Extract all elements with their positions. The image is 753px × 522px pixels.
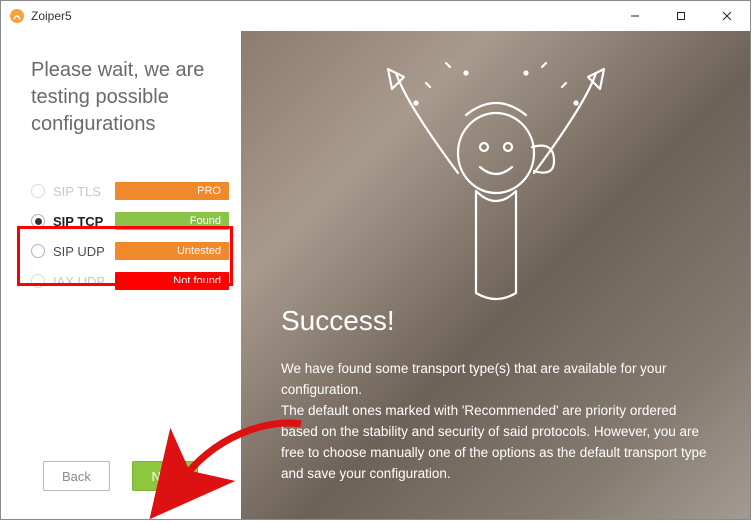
config-row-sip-tcp[interactable]: SIP TCP Found bbox=[31, 208, 229, 234]
success-title: Success! bbox=[281, 305, 710, 337]
close-button[interactable] bbox=[704, 1, 750, 31]
config-list: SIP TLS PRO SIP TCP Found SIP UDP Untest… bbox=[31, 178, 229, 298]
radio-sip-tcp[interactable] bbox=[31, 214, 45, 228]
success-body-line1: We have found some transport type(s) tha… bbox=[281, 361, 666, 397]
content: Please wait, we are testing possible con… bbox=[1, 31, 750, 519]
config-label: SIP TCP bbox=[53, 214, 115, 229]
titlebar: Zoiper5 bbox=[1, 1, 750, 31]
success-body-line2: The default ones marked with 'Recommende… bbox=[281, 403, 707, 481]
config-label: IAX UDP bbox=[53, 274, 115, 289]
status-badge: Found bbox=[115, 212, 229, 230]
radio-sip-tls bbox=[31, 184, 45, 198]
config-row-iax-udp: IAX UDP Not found bbox=[31, 268, 229, 294]
page-heading: Please wait, we are testing possible con… bbox=[31, 57, 229, 138]
status-badge: Not found bbox=[115, 272, 229, 290]
status-badge: Untested bbox=[115, 242, 229, 260]
radio-sip-udp[interactable] bbox=[31, 244, 45, 258]
config-label: SIP UDP bbox=[53, 244, 115, 259]
app-icon bbox=[9, 8, 25, 24]
footer-buttons: Back Next bbox=[31, 461, 229, 501]
config-row-sip-tls: SIP TLS PRO bbox=[31, 178, 229, 204]
window-title: Zoiper5 bbox=[31, 9, 72, 23]
success-body: We have found some transport type(s) tha… bbox=[281, 359, 710, 485]
next-button[interactable]: Next bbox=[132, 461, 198, 491]
radio-iax-udp bbox=[31, 274, 45, 288]
config-row-sip-udp[interactable]: SIP UDP Untested bbox=[31, 238, 229, 264]
app-window: Zoiper5 Please wait, we are testing poss… bbox=[0, 0, 751, 520]
back-button[interactable]: Back bbox=[43, 461, 110, 491]
window-controls bbox=[612, 1, 750, 31]
status-badge: PRO bbox=[115, 182, 229, 200]
left-pane: Please wait, we are testing possible con… bbox=[1, 31, 241, 519]
minimize-button[interactable] bbox=[612, 1, 658, 31]
maximize-button[interactable] bbox=[658, 1, 704, 31]
config-label: SIP TLS bbox=[53, 184, 115, 199]
success-illustration bbox=[241, 43, 750, 323]
right-pane: Success! We have found some transport ty… bbox=[241, 31, 750, 519]
